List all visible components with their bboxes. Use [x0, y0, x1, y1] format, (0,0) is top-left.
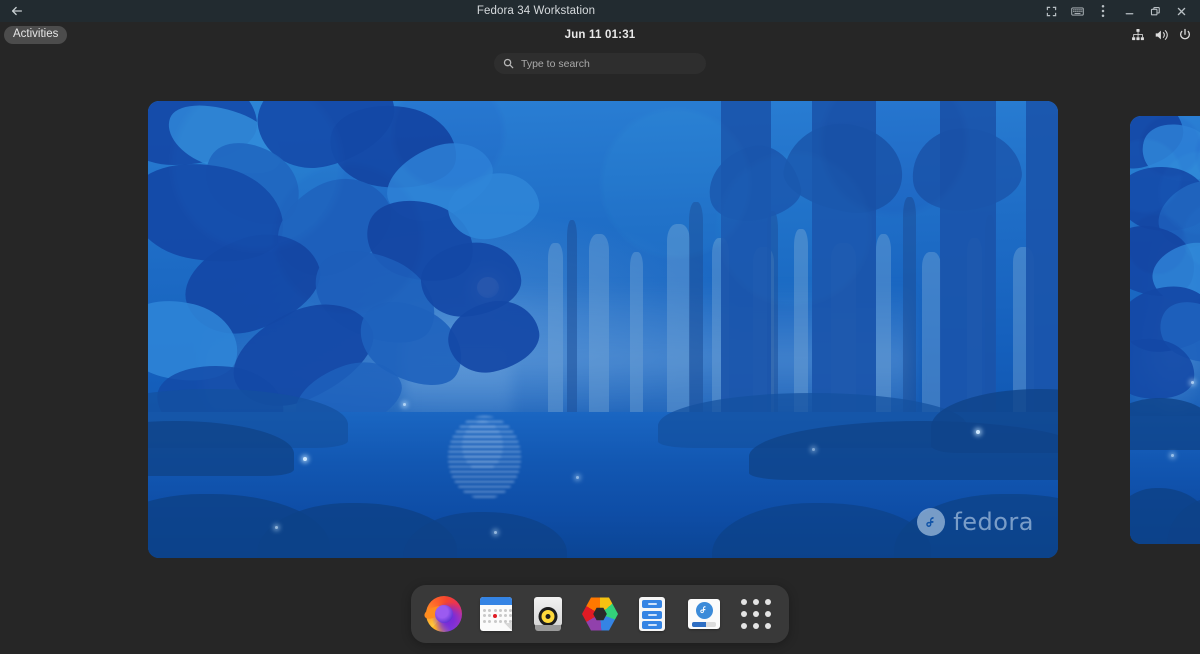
back-arrow-icon[interactable] [0, 0, 34, 22]
system-status-area[interactable] [1131, 28, 1200, 42]
window-title: Fedora 34 Workstation [476, 5, 596, 17]
dock-item-software[interactable] [683, 593, 725, 635]
close-icon[interactable] [1168, 0, 1194, 22]
files-icon [633, 595, 671, 633]
app-grid-icon [741, 599, 771, 629]
software-icon [685, 595, 723, 633]
vertical-dots-icon[interactable] [1090, 0, 1116, 22]
search-placeholder: Type to search [521, 57, 590, 70]
activities-button[interactable]: Activities [4, 25, 68, 45]
dock-item-firefox[interactable] [422, 593, 465, 635]
network-wired-icon[interactable] [1131, 28, 1145, 42]
dock-item-files[interactable] [631, 593, 673, 635]
workspace-thumbnail-strip: fedora [0, 0, 1200, 654]
window-titlebar: Fedora 34 Workstation [0, 0, 1200, 22]
workspace-thumbnail-1[interactable]: fedora [148, 101, 1058, 558]
wallpaper-fedora34-thumb [1130, 116, 1200, 544]
dock-item-rhythmbox[interactable] [527, 593, 569, 635]
dock-item-calendar[interactable] [475, 593, 517, 635]
fedora-watermark-text: fedora [953, 508, 1034, 536]
workspace-thumbnail-2[interactable] [1130, 116, 1200, 544]
fedora-logo-icon [917, 508, 946, 536]
keyboard-icon[interactable] [1064, 0, 1090, 22]
wallpaper-fedora34: fedora [148, 101, 1058, 558]
rhythmbox-icon [529, 595, 567, 633]
window-controls [1038, 0, 1200, 22]
restore-icon[interactable] [1142, 0, 1168, 22]
firefox-icon [422, 595, 463, 633]
gnome-top-bar: Activities Jun 11 01:31 [0, 22, 1200, 48]
dock-item-photos[interactable] [579, 593, 621, 635]
photos-icon [581, 595, 619, 633]
calendar-icon [477, 595, 515, 633]
minimize-icon[interactable] [1116, 0, 1142, 22]
fullscreen-icon[interactable] [1038, 0, 1064, 22]
overview-search-area: Type to search [0, 53, 1200, 74]
top-bar-clock[interactable]: Jun 11 01:31 [0, 29, 1200, 41]
dash-dock [411, 585, 789, 643]
fedora-watermark: fedora [917, 508, 1034, 536]
search-icon [503, 58, 514, 69]
dock-item-show-apps[interactable] [735, 593, 777, 635]
volume-icon[interactable] [1154, 28, 1169, 42]
search-input[interactable]: Type to search [494, 53, 706, 74]
power-icon[interactable] [1178, 28, 1192, 42]
